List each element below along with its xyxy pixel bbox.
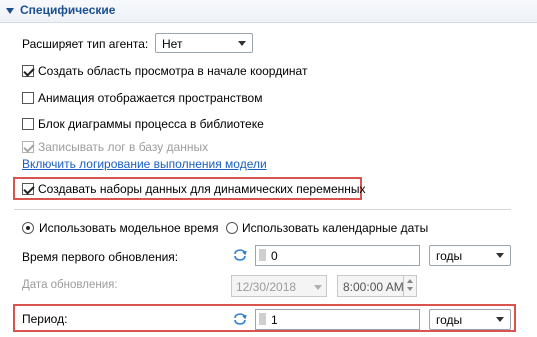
dynamic-datasets-label: Создавать наборы данных для динамических… xyxy=(38,182,366,196)
period-value: 1 xyxy=(271,313,278,327)
db-log-checkbox xyxy=(22,141,34,153)
viewport-origin-label: Создать область просмотра в начале коорд… xyxy=(38,64,308,78)
model-time-label: Использовать модельное время xyxy=(39,221,219,235)
divider xyxy=(14,209,511,210)
update-date-input: 12/30/2018 xyxy=(231,275,327,297)
library-block-checkbox[interactable] xyxy=(22,118,34,130)
space-animation-label: Анимация отображается пространством xyxy=(38,91,263,105)
viewport-origin-checkbox[interactable] xyxy=(22,65,34,77)
first-update-input[interactable]: 0 xyxy=(255,245,420,266)
period-unit-value: годы xyxy=(436,313,463,327)
library-block-label: Блок диаграммы процесса в библиотеке xyxy=(38,117,264,131)
update-date-value: 12/30/2018 xyxy=(236,280,297,294)
update-time-value: 8:00:00 AM xyxy=(343,280,404,294)
first-update-unit-select[interactable]: годы xyxy=(429,245,511,266)
static-value-toggle-icon[interactable] xyxy=(233,313,247,325)
first-update-label: Время первого обновления: xyxy=(22,250,179,264)
update-date-label: Дата обновления: xyxy=(22,279,118,291)
first-update-value: 0 xyxy=(271,249,278,263)
static-value-toggle-icon[interactable] xyxy=(233,249,247,261)
chevron-down-icon xyxy=(314,285,322,290)
agent-type-select[interactable]: Нет xyxy=(155,33,253,53)
model-time-radio[interactable] xyxy=(22,222,34,234)
update-time-input: 8:00:00 AM xyxy=(337,275,417,297)
field-marker xyxy=(259,313,266,325)
chevron-down-icon xyxy=(238,41,246,46)
period-label: Период: xyxy=(22,312,68,326)
section-title[interactable]: Специфические xyxy=(20,3,115,17)
period-unit-select[interactable]: годы xyxy=(429,309,511,330)
first-update-unit-value: годы xyxy=(436,249,463,263)
field-marker xyxy=(259,249,266,261)
agent-type-label: Расширяет тип агента: xyxy=(22,37,149,51)
chevron-down-icon xyxy=(496,317,504,322)
collapse-triangle-icon[interactable] xyxy=(6,8,14,14)
space-animation-checkbox[interactable] xyxy=(22,92,34,104)
enable-logging-link[interactable]: Включить логирование выполнения модели xyxy=(22,157,267,171)
spinner-icon xyxy=(403,276,416,296)
agent-type-value: Нет xyxy=(162,37,183,51)
db-log-label: Записывать лог в базу данных xyxy=(38,140,209,154)
chevron-down-icon xyxy=(496,253,504,258)
period-input[interactable]: 1 xyxy=(255,309,420,330)
dynamic-datasets-checkbox[interactable] xyxy=(22,183,34,195)
calendar-dates-radio[interactable] xyxy=(226,222,238,234)
calendar-dates-label: Использовать календарные даты xyxy=(242,221,429,235)
